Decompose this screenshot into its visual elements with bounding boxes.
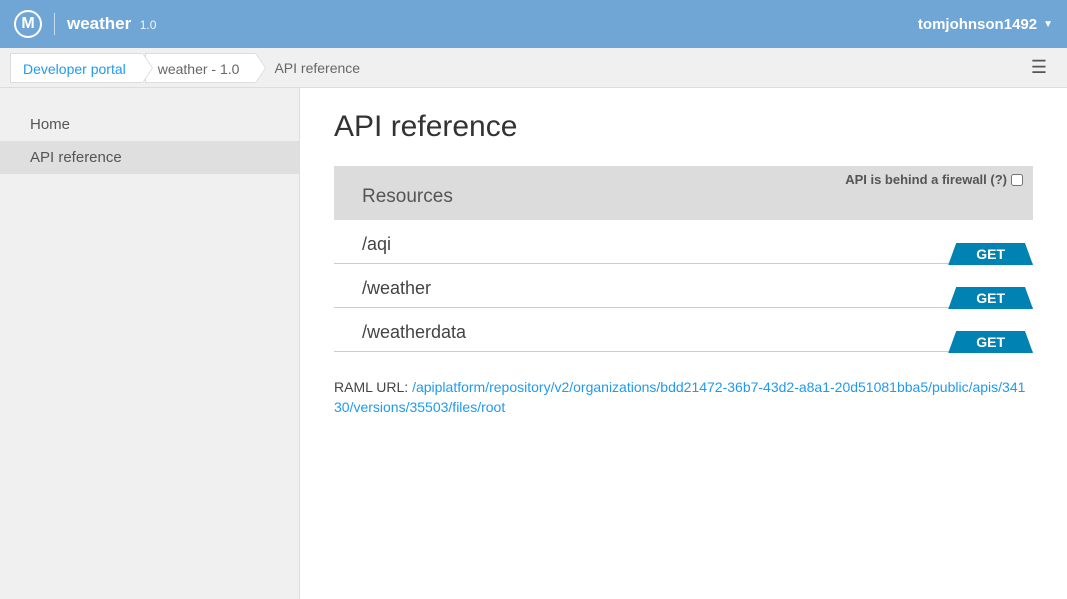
breadcrumb-label: weather - 1.0 (158, 61, 240, 77)
get-button[interactable]: GET (948, 287, 1033, 309)
mulesoft-logo-icon[interactable]: M (14, 10, 42, 38)
breadcrumb-bar: Developer portal weather - 1.0 API refer… (0, 48, 1067, 88)
raml-url-link[interactable]: /apiplatform/repository/v2/organizations… (334, 379, 1025, 415)
resource-path: /weatherdata (362, 322, 1005, 343)
app-version: 1.0 (140, 18, 157, 32)
logo-letter: M (21, 15, 34, 33)
get-button[interactable]: GET (948, 243, 1033, 265)
breadcrumb-item-api[interactable]: weather - 1.0 (145, 53, 257, 83)
main-content: API reference API is behind a firewall (… (300, 88, 1067, 599)
divider (54, 13, 55, 35)
resource-row[interactable]: /aqi GET (334, 220, 1033, 264)
sidebar-item-label: Home (30, 116, 70, 133)
breadcrumb-item-current: API reference (262, 53, 376, 83)
resource-path: /aqi (362, 234, 1005, 255)
firewall-row: API is behind a firewall (?) (845, 172, 1023, 187)
resource-path: /weather (362, 278, 1005, 299)
sidebar-item-api-reference[interactable]: API reference (0, 141, 299, 174)
breadcrumb-item-portal[interactable]: Developer portal (10, 53, 143, 83)
top-bar: M weather 1.0 tomjohnson1492 ▼ (0, 0, 1067, 48)
sidebar: Home API reference (0, 88, 300, 599)
breadcrumb-label: API reference (274, 60, 360, 76)
raml-prefix: RAML URL: (334, 379, 412, 395)
app-name: weather (67, 14, 131, 33)
breadcrumb-label: Developer portal (23, 61, 126, 77)
chevron-down-icon: ▼ (1043, 19, 1053, 30)
app-title-wrap: weather 1.0 (67, 14, 156, 34)
hamburger-icon[interactable]: ☰ (1021, 57, 1057, 78)
user-menu[interactable]: tomjohnson1492 ▼ (918, 16, 1053, 33)
username: tomjohnson1492 (918, 16, 1037, 33)
firewall-label: API is behind a firewall (?) (845, 172, 1007, 187)
page-title: API reference (334, 110, 1033, 144)
resource-row[interactable]: /weatherdata GET (334, 308, 1033, 352)
resources-header: API is behind a firewall (?) Resources (334, 166, 1033, 220)
raml-url-row: RAML URL: /apiplatform/repository/v2/org… (334, 378, 1033, 417)
resource-row[interactable]: /weather GET (334, 264, 1033, 308)
get-button[interactable]: GET (948, 331, 1033, 353)
sidebar-item-home[interactable]: Home (0, 108, 299, 141)
firewall-checkbox[interactable] (1011, 174, 1023, 186)
sidebar-item-label: API reference (30, 149, 122, 166)
